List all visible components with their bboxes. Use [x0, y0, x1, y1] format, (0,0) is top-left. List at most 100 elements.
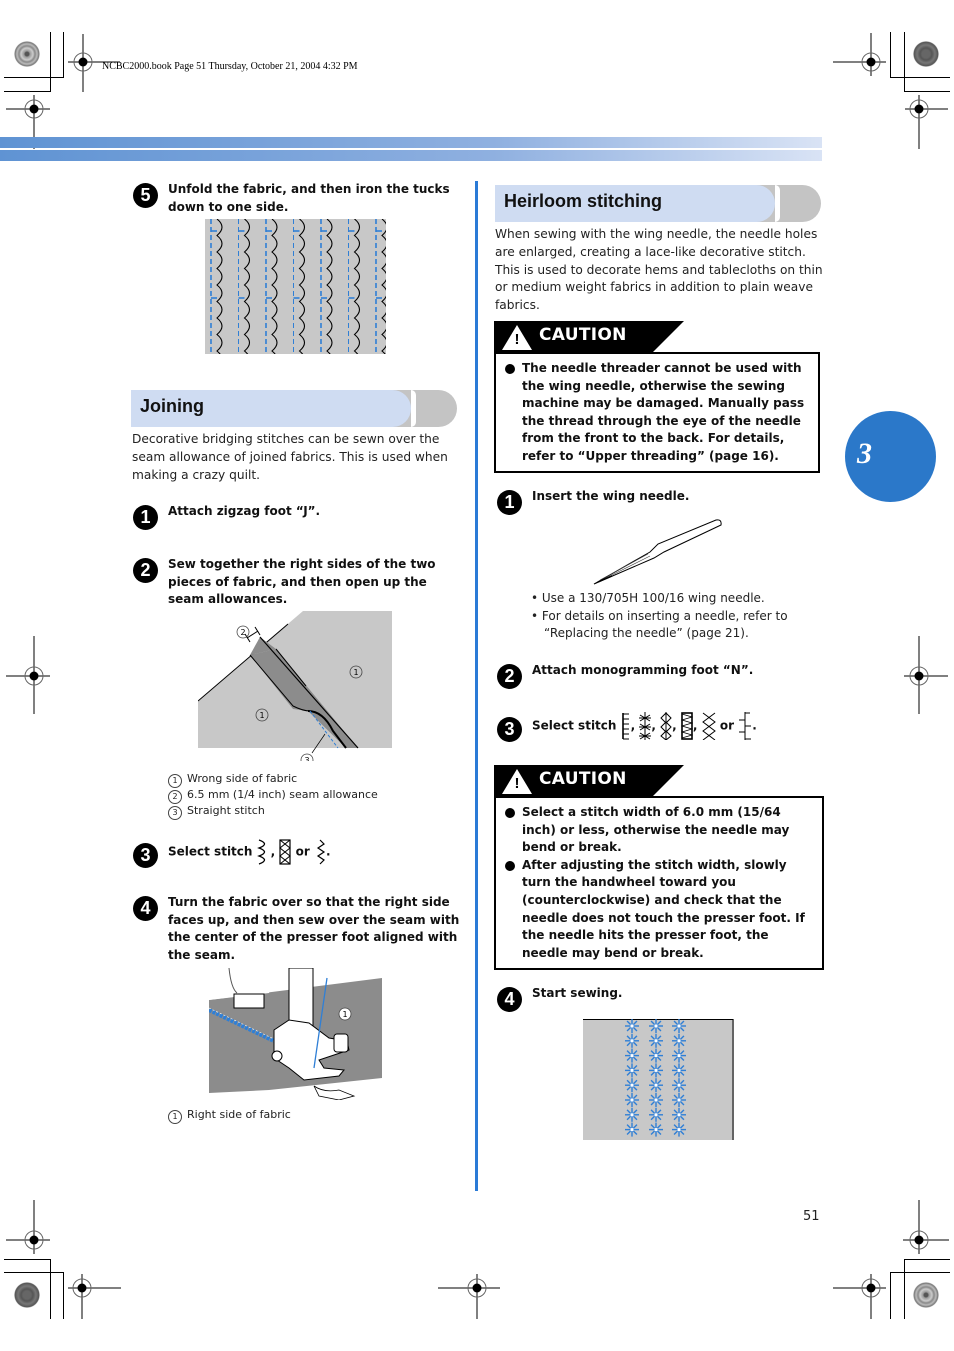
caution-header: ! CAUTION	[494, 321, 652, 353]
step-text: Select stitch , or .	[168, 839, 468, 865]
callout-1: 1	[342, 1010, 347, 1019]
step-number-badge: 1	[497, 490, 522, 515]
header-band	[0, 137, 822, 148]
section-title: Heirloom stitching	[504, 191, 663, 211]
star-stitch	[625, 1033, 639, 1048]
seam-figure-legend: 1 Wrong side of fabric 2 6.5 mm (1/4 inch)…	[168, 772, 458, 820]
registration-rosette-icon	[913, 1282, 939, 1308]
heirloom-sample-figure	[583, 1019, 734, 1140]
star-stitch	[672, 1078, 686, 1093]
star-stitch	[649, 1093, 663, 1107]
heirloom-intro: When sewing with the wing needle, the ne…	[495, 227, 823, 313]
star-stitch	[672, 1048, 686, 1063]
print-slug: NCBC2000.book Page 51 Thursday, October …	[102, 61, 358, 72]
header-band	[0, 150, 822, 161]
star-stitch	[672, 1122, 686, 1137]
star-stitch	[649, 1048, 663, 1063]
cross-box-stitch-icon[interactable]	[279, 839, 292, 865]
star-stitch	[672, 1063, 686, 1078]
star-stitch	[649, 1107, 663, 1122]
step-text: Sew together the right sides of the two …	[168, 557, 436, 607]
registration-rosette-icon	[913, 41, 939, 67]
box-zigzag-stitch-icon[interactable]	[680, 712, 693, 740]
star-stitch	[672, 1033, 686, 1048]
exclamation-icon: !	[514, 331, 520, 348]
caution-item: After adjusting the stitch width, slowly…	[496, 857, 814, 963]
star-stitch	[625, 1078, 639, 1093]
step-text: Turn the fabric over so that the right s…	[168, 895, 460, 962]
step-number-badge: 3	[133, 843, 158, 868]
zigzag-stitch-icon[interactable]	[314, 839, 326, 865]
chapter-tab[interactable]: 3	[845, 411, 936, 502]
star-stitch	[649, 1122, 663, 1137]
step-number-badge: 2	[133, 558, 158, 583]
step-number-badge: 5	[133, 183, 158, 208]
registration-rosette-icon	[14, 41, 40, 67]
section-title: Joining	[140, 396, 204, 416]
star-stitch	[625, 1107, 639, 1122]
star-stitch	[649, 1063, 663, 1078]
star-stitch	[649, 1033, 663, 1048]
registration-mark-icon	[903, 1200, 949, 1254]
column-divider	[475, 181, 478, 1191]
caution-label: CAUTION	[539, 769, 627, 789]
star-stitch	[625, 1019, 639, 1033]
legend-item: 2 6.5 mm (1/4 inch) seam allowance	[168, 788, 458, 804]
registration-mark-icon	[904, 636, 948, 714]
cross-diamond-stitch-icon[interactable]	[701, 712, 716, 740]
registration-mark-icon	[68, 1274, 121, 1319]
needle-notes: • Use a 130/705H 100/16 wing needle. • F…	[531, 590, 821, 643]
registration-mark-icon	[438, 1274, 500, 1319]
wing-needle-figure	[593, 519, 722, 585]
branch-stitch-icon[interactable]	[738, 712, 752, 740]
star-stitch	[672, 1019, 686, 1033]
legend-item: 1 Right side of fabric	[168, 1108, 458, 1124]
joining-intro: Decorative bridging stitches can be sewn…	[132, 432, 448, 482]
legend-item: 1 Wrong side of fabric	[168, 772, 458, 788]
registration-mark-icon	[6, 1200, 50, 1254]
diamond-stitch-icon[interactable]	[660, 712, 672, 740]
legend-item: 3 Straight stitch	[168, 804, 458, 820]
star-stitch	[625, 1048, 639, 1063]
star-stitch	[625, 1063, 639, 1078]
caution-item: Select a stitch width of 6.0 mm (15/64 i…	[496, 804, 814, 857]
star-stitch	[625, 1122, 639, 1137]
step-number-badge: 2	[497, 664, 522, 689]
bullet-item: • For details on inserting a needle, ref…	[531, 608, 788, 641]
callout-2: 2	[240, 628, 245, 637]
star-stitch	[672, 1107, 686, 1122]
foot-figure-legend: 1 Right side of fabric	[168, 1108, 458, 1124]
tucks-figure	[205, 219, 386, 354]
zigzag-curve-stitch-icon[interactable]	[256, 839, 271, 865]
callout-3: 3	[304, 756, 309, 761]
registration-mark-icon	[905, 95, 948, 149]
page-number: 51	[803, 1209, 820, 1224]
star-stitch	[649, 1019, 663, 1033]
star-stitch-icon[interactable]	[639, 712, 652, 740]
registration-mark-icon	[6, 636, 50, 714]
star-stitch	[672, 1093, 686, 1107]
presser-foot-figure: 1	[209, 968, 382, 1100]
step-text: Start sewing.	[532, 986, 623, 1000]
step-text: Attach monogramming foot “N”.	[532, 663, 754, 677]
exclamation-icon: !	[514, 775, 520, 792]
step-number-badge: 3	[497, 717, 522, 742]
chapter-number: 3	[857, 437, 872, 470]
step-number-badge: 4	[133, 896, 158, 921]
ladder-stitch-icon[interactable]	[621, 712, 631, 740]
step-text: Insert the wing needle.	[532, 489, 690, 503]
step-number-badge: 1	[133, 505, 158, 530]
star-stitch	[625, 1093, 639, 1107]
bullet-item: • Use a 130/705H 100/16 wing needle.	[531, 591, 765, 605]
seam-allowance-figure: 2 1 1 3	[198, 611, 392, 761]
callout-1: 1	[353, 668, 358, 677]
caution-label: CAUTION	[539, 325, 627, 345]
star-stitch	[649, 1078, 663, 1093]
section-heading-joining: Joining	[131, 390, 457, 427]
caution-header: ! CAUTION	[494, 765, 652, 797]
step-text: Select stitch , , , , or .	[532, 712, 832, 740]
registration-mark-icon	[833, 33, 886, 76]
registration-rosette-icon	[14, 1282, 40, 1308]
step-text: Unfold the fabric, and then iron the tuc…	[168, 182, 450, 214]
step-text: Attach zigzag foot “J”.	[168, 504, 321, 518]
